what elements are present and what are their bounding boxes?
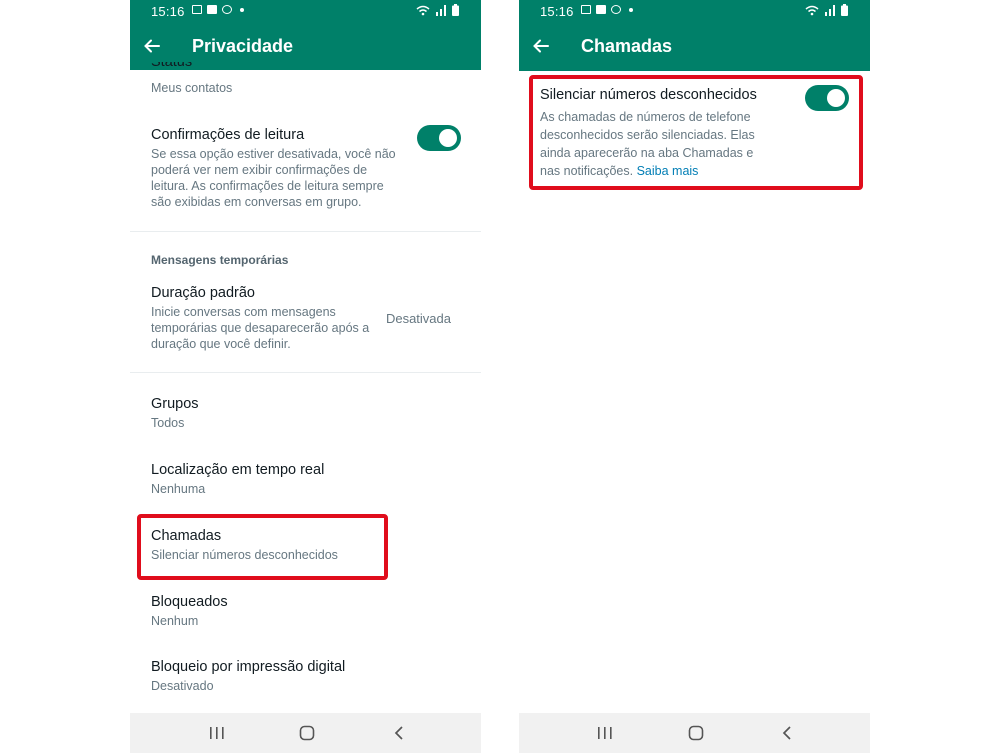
status-bar: 15:16 bbox=[519, 0, 870, 24]
back-nav-icon[interactable] bbox=[390, 725, 408, 741]
status-time: 15:16 bbox=[151, 4, 185, 19]
wifi-icon bbox=[805, 5, 819, 15]
fingerprint-item[interactable]: Bloqueio por impressão digital Desativad… bbox=[151, 659, 481, 694]
calls-screen: 15:16 Chamadas Silenciar números desconh… bbox=[519, 0, 870, 753]
navigation-bar bbox=[519, 713, 870, 753]
system-icons bbox=[805, 4, 848, 16]
gallery-icon bbox=[192, 5, 202, 14]
notification-icons bbox=[192, 5, 244, 14]
home-icon[interactable] bbox=[687, 725, 705, 741]
groups-label: Grupos bbox=[151, 396, 199, 412]
vpn-icon bbox=[611, 5, 621, 14]
divider bbox=[130, 372, 481, 373]
temp-messages-section-title: Mensagens temporárias bbox=[151, 253, 289, 267]
blocked-label: Bloqueados bbox=[151, 594, 228, 610]
facebook-icon bbox=[596, 5, 606, 14]
vpn-icon bbox=[222, 5, 232, 14]
recent-apps-icon[interactable] bbox=[596, 725, 614, 741]
gallery-icon bbox=[581, 5, 591, 14]
privacy-screen: 15:16 Privacidade Status Meus contatos C… bbox=[130, 0, 481, 753]
home-icon[interactable] bbox=[298, 725, 316, 741]
status-item[interactable]: Status bbox=[151, 62, 481, 70]
fingerprint-value: Desativado bbox=[151, 679, 214, 693]
battery-icon bbox=[841, 4, 848, 16]
groups-value: Todos bbox=[151, 416, 185, 430]
notification-icons bbox=[581, 5, 633, 14]
navigation-bar bbox=[130, 713, 481, 753]
read-receipts-label: Confirmações de leitura bbox=[151, 127, 305, 143]
wifi-icon bbox=[416, 5, 430, 15]
status-bar: 15:16 bbox=[130, 0, 481, 24]
more-dot-icon bbox=[629, 7, 633, 12]
back-arrow-icon[interactable] bbox=[143, 37, 161, 55]
app-bar: 15:16 bbox=[519, 0, 870, 71]
back-nav-icon[interactable] bbox=[778, 725, 796, 741]
silence-highlight-box bbox=[529, 75, 863, 190]
read-receipts-desc: Se essa opção estiver desativada, você n… bbox=[151, 147, 396, 209]
page-title: Chamadas bbox=[581, 36, 673, 56]
status-label: Status bbox=[151, 62, 193, 70]
signal-icon bbox=[436, 4, 446, 16]
status-time: 15:16 bbox=[540, 4, 574, 19]
signal-icon bbox=[825, 4, 835, 16]
facebook-icon bbox=[207, 5, 217, 14]
fingerprint-label: Bloqueio por impressão digital bbox=[151, 659, 346, 675]
calls-highlight-box bbox=[137, 514, 388, 580]
live-location-label: Localização em tempo real bbox=[151, 462, 325, 478]
groups-item[interactable]: Grupos Todos bbox=[151, 396, 481, 431]
default-duration-item[interactable]: Duração padrão Inicie conversas com mens… bbox=[151, 285, 381, 352]
system-icons bbox=[416, 4, 459, 16]
read-receipts-toggle[interactable] bbox=[417, 125, 461, 151]
default-duration-label: Duração padrão bbox=[151, 285, 255, 301]
page-title: Privacidade bbox=[192, 36, 294, 56]
live-location-value: Nenhuma bbox=[151, 482, 206, 496]
live-location-item[interactable]: Localização em tempo real Nenhuma bbox=[151, 462, 481, 497]
default-duration-desc: Inicie conversas com mensagens temporári… bbox=[151, 305, 370, 351]
more-dot-icon bbox=[240, 7, 244, 12]
divider bbox=[130, 231, 481, 232]
blocked-item[interactable]: Bloqueados Nenhum bbox=[151, 594, 481, 629]
battery-icon bbox=[452, 4, 459, 16]
read-receipts-item[interactable]: Confirmações de leitura Se essa opção es… bbox=[151, 127, 401, 210]
app-bar: 15:16 bbox=[130, 0, 481, 70]
blocked-value: Nenhum bbox=[151, 614, 199, 628]
back-arrow-icon[interactable] bbox=[532, 37, 550, 55]
recent-apps-icon[interactable] bbox=[208, 725, 226, 741]
status-value: Meus contatos bbox=[151, 81, 233, 95]
default-duration-value: Desativada bbox=[385, 311, 451, 326]
